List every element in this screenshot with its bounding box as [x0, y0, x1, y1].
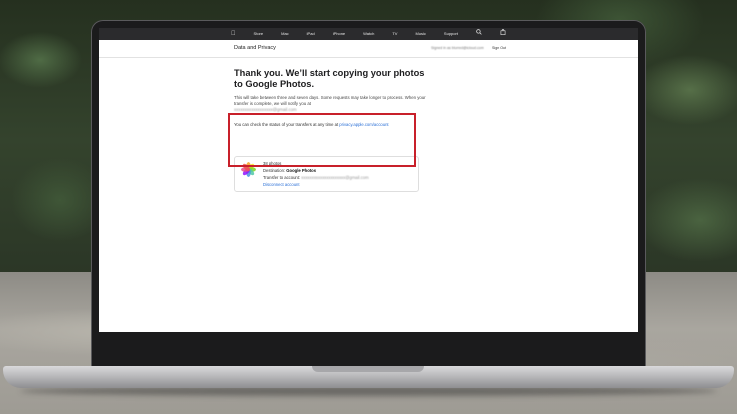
disconnect-account-link[interactable]: Disconnect account [263, 182, 300, 187]
destination-line: Destination: Google Photos [263, 168, 316, 173]
destination-value: Google Photos [286, 168, 317, 173]
laptop-notch [312, 366, 424, 372]
sub-nav: Data and Privacy Signed in as blurred@ic… [99, 40, 638, 58]
transfer-account-blurred: xxxxxxxxxxxxxxxxxxxxx@gmail.com [301, 175, 369, 180]
nav-watch[interactable]: Watch [354, 28, 383, 40]
nav-tv[interactable]: TV [383, 28, 406, 40]
destination-label: Destination: [263, 168, 286, 173]
confirmation-heading: Thank you. We’ll start copying your phot… [234, 68, 425, 89]
nav-store[interactable]: Store [245, 28, 273, 40]
nav-music[interactable]: Music [406, 28, 434, 40]
laptop-screen:  Store Mac iPad iPhone Watch TV Music S… [99, 28, 638, 332]
confirmation-paragraph: This will take between three and seven d… [234, 95, 434, 113]
nav-ipad[interactable]: iPad [298, 28, 324, 40]
paragraph-text: This will take between three and seven d… [234, 95, 426, 106]
signed-in-as: Signed in as blurred@icloud.com [431, 46, 484, 50]
nav-mac[interactable]: Mac [272, 28, 298, 40]
nav-iphone[interactable]: iPhone [324, 28, 354, 40]
search-icon[interactable] [467, 28, 491, 40]
red-highlight-box [228, 113, 416, 167]
global-nav:  Store Mac iPad iPhone Watch TV Music S… [99, 28, 638, 40]
transfer-account-line: Transfer to account: xxxxxxxxxxxxxxxxxxx… [263, 175, 369, 180]
transfer-label: Transfer to account: [263, 175, 301, 180]
apple-logo-icon[interactable]:  [222, 28, 245, 40]
sign-out-link[interactable]: Sign Out [492, 46, 506, 50]
page-section-title: Data and Privacy [234, 45, 276, 51]
nav-support[interactable]: Support [435, 28, 467, 40]
bag-icon[interactable] [491, 28, 515, 40]
